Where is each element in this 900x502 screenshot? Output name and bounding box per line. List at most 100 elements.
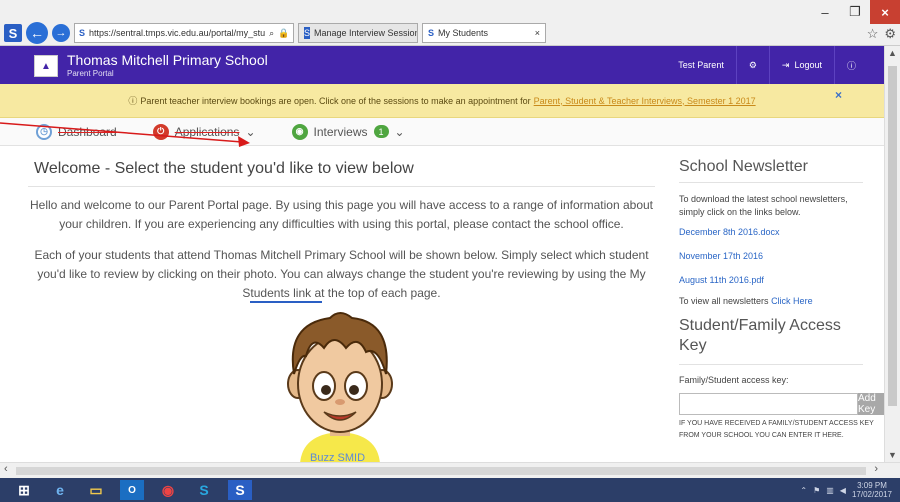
newsletter-description: To download the latest school newsletter… <box>679 194 848 217</box>
main-content: Welcome - Select the student you'd like … <box>0 146 665 464</box>
back-button[interactable]: ← <box>26 22 48 44</box>
forward-button[interactable]: → <box>52 24 70 42</box>
nav-interviews[interactable]: ◉ Interviews 1 ⌄ <box>291 123 405 140</box>
view-all-text: To view all newsletters <box>679 296 769 306</box>
scroll-down-icon[interactable]: ▼ <box>888 450 897 460</box>
info-icon: ⓘ <box>128 96 138 106</box>
search-icon[interactable]: ⌕ <box>269 28 274 39</box>
close-window-button[interactable]: × <box>870 0 900 24</box>
power-icon: ⏻ <box>152 123 169 140</box>
nav-dashboard[interactable]: ◷ Dashboard <box>36 123 117 140</box>
tab-favicon-icon: S <box>304 27 311 39</box>
title-divider <box>28 186 655 187</box>
tab-label: Manage Interview Sessions - In... <box>314 28 417 38</box>
settings-button[interactable]: ⚙ <box>735 46 769 84</box>
system-tray: ⌃ ⚑ ▥ ◀ 3:09 PM 17/02/2017 <box>800 481 892 499</box>
logout-label: Logout <box>794 60 822 70</box>
nav-applications[interactable]: ⏻ Applications ⌄ <box>152 123 256 140</box>
scroll-left-icon[interactable]: ‹ <box>4 463 8 475</box>
horizontal-scrollbar[interactable]: ‹ › <box>0 462 900 478</box>
newsletter-link[interactable]: December 8th 2016.docx <box>679 227 871 237</box>
tab-favicon-icon: S <box>428 28 435 38</box>
newsletter-link[interactable]: November 17th 2016 <box>679 251 871 261</box>
favorites-star-icon[interactable]: ☆ <box>867 26 879 42</box>
outlook-icon[interactable]: O <box>120 480 144 500</box>
tray-up-icon[interactable]: ⌃ <box>800 486 807 495</box>
view-all-newsletters: To view all newsletters Click Here <box>679 295 871 308</box>
address-bar[interactable]: S https://sentral.tmps.vic.edu.au/portal… <box>74 23 294 43</box>
interview-alert: ⓘ Parent teacher interview bookings are … <box>0 84 884 118</box>
network-icon[interactable]: ▥ <box>826 486 834 495</box>
skype-icon[interactable]: S <box>192 480 216 500</box>
user-name: Test Parent <box>678 60 724 70</box>
file-explorer-icon[interactable]: ▭ <box>84 480 108 500</box>
info-icon: ⓘ <box>846 60 856 71</box>
intro-text-b: link at the top of each page. <box>293 286 441 300</box>
student-avatar[interactable] <box>260 304 420 464</box>
nav-applications-label: Applications <box>174 124 240 139</box>
chevron-down-icon: ⌄ <box>245 124 256 139</box>
newsletter-link[interactable]: August 11th 2016.pdf <box>679 275 871 285</box>
sentral-taskbar-icon[interactable]: S <box>228 480 252 500</box>
add-key-button[interactable]: Add Key <box>858 393 885 415</box>
chrome-icon[interactable]: ◉ <box>156 480 180 500</box>
clock-date: 17/02/2017 <box>851 490 892 499</box>
school-logo-icon[interactable]: ▲ <box>34 55 58 77</box>
taskbar: ⊞ e ▭ O ◉ S S ⌃ ⚑ ▥ ◀ 3:09 PM 17/02/2017 <box>0 478 900 502</box>
user-menu[interactable]: Test Parent <box>666 46 736 84</box>
internet-explorer-icon[interactable]: e <box>48 480 72 500</box>
info-button[interactable]: ⓘ <box>833 46 868 84</box>
volume-icon[interactable]: ◀ <box>840 486 846 495</box>
header-actions: Test Parent ⚙ ⇥ Logout ⓘ <box>666 46 868 84</box>
portal-subtitle: Parent Portal <box>67 69 114 78</box>
access-key-note: IF YOU HAVE RECEIVED A FAMILY/STUDENT AC… <box>679 420 874 439</box>
newsletter-title: School Newsletter <box>679 158 808 175</box>
settings-gear-icon[interactable]: ⚙ <box>884 26 896 42</box>
clock[interactable]: 3:09 PM 17/02/2017 <box>852 481 892 499</box>
flag-icon[interactable]: ⚑ <box>813 486 820 495</box>
window-controls: – ❐ × <box>810 0 900 24</box>
dashboard-icon: ◷ <box>36 123 52 140</box>
interviews-icon: ◉ <box>291 123 308 140</box>
student-divider <box>250 301 322 303</box>
scroll-thumb[interactable] <box>888 66 897 406</box>
tab-close-icon[interactable]: × <box>535 28 540 38</box>
nav-dashboard-label: Dashboard <box>58 124 117 139</box>
scroll-up-icon[interactable]: ▲ <box>888 48 897 58</box>
access-key-input[interactable] <box>679 393 858 415</box>
minimize-button[interactable]: – <box>810 0 840 24</box>
access-key-form: Add Key <box>679 393 885 415</box>
site-favicon-icon: S <box>79 28 86 38</box>
nav-interviews-label: Interviews <box>313 124 368 139</box>
site-header: ▲ Thomas Mitchell Primary School Parent … <box>0 46 884 84</box>
browser-toolbar: S ← → S https://sentral.tmps.vic.edu.au/… <box>4 22 546 44</box>
scroll-right-icon[interactable]: › <box>874 463 878 475</box>
interviews-count-badge: 1 <box>373 125 389 138</box>
alert-message: Parent teacher interview bookings are op… <box>140 95 531 106</box>
browser-icons: ☆ ⚙ <box>867 26 896 42</box>
alert-close-icon[interactable]: × <box>835 88 842 102</box>
intro-text-a: Each of your students that attend Thomas… <box>34 248 649 281</box>
school-name[interactable]: Thomas Mitchell Primary School <box>67 52 268 68</box>
windows-start-icon[interactable]: ⊞ <box>12 480 36 500</box>
access-key-divider <box>679 364 863 365</box>
tab-manage-interview-sessions[interactable]: S Manage Interview Sessions - In... <box>298 23 418 43</box>
logout-button[interactable]: ⇥ Logout <box>768 46 834 84</box>
address-url: https://sentral.tmps.vic.edu.au/portal/m… <box>89 28 266 38</box>
refresh-icon[interactable]: ↻ <box>293 28 294 39</box>
tab-my-students[interactable]: S My Students × <box>422 23 546 43</box>
restore-button[interactable]: ❐ <box>840 0 870 24</box>
chevron-down-icon: ⌄ <box>394 124 405 139</box>
lock-icon: 🔒 <box>278 27 290 38</box>
logout-icon: ⇥ <box>781 59 790 70</box>
intro-paragraph-1: Hello and welcome to our Parent Portal p… <box>29 198 654 231</box>
view-all-link[interactable]: Click Here <box>771 296 813 306</box>
alert-session-link[interactable]: Parent, Student & Teacher Interviews, Se… <box>534 96 756 106</box>
access-key-title: Student/Family Access Key <box>679 317 841 354</box>
intro-paragraph-2: Each of your students that attend Thomas… <box>28 246 655 303</box>
sentral-logo-icon: S <box>4 24 22 42</box>
vertical-scrollbar[interactable]: ▲ ▼ <box>884 46 900 462</box>
newsletter-divider <box>679 182 863 183</box>
tab-label: My Students <box>438 28 489 38</box>
hscroll-thumb[interactable] <box>16 467 866 475</box>
